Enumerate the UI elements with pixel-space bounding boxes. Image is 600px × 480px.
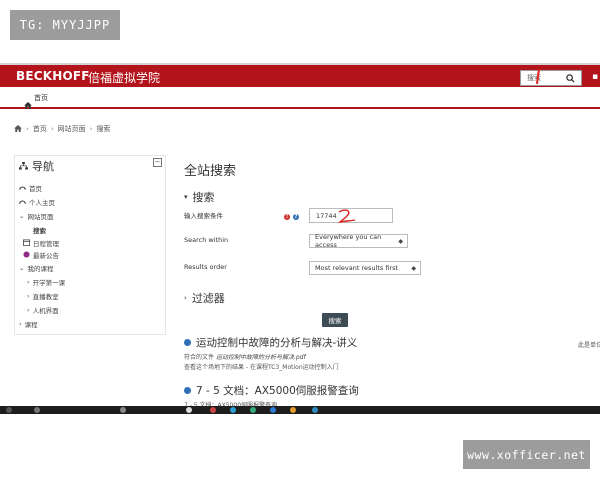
- collapse-button[interactable]: −: [153, 158, 162, 167]
- nav-item-announcements[interactable]: 最新公告: [23, 250, 59, 260]
- nav-item-profile[interactable]: 个人主页: [19, 197, 55, 207]
- nav-item-live-classroom[interactable]: › 直播教室: [27, 291, 59, 301]
- taskbar-app-icon[interactable]: [270, 407, 276, 413]
- results-order-label: Results order: [184, 263, 227, 271]
- help-icon[interactable]: ?: [293, 214, 299, 220]
- nav-item-calendar[interactable]: 日程管理: [23, 238, 59, 248]
- taskbar-app-icon[interactable]: [290, 407, 296, 413]
- nav-item-hmi[interactable]: › 人机界面: [27, 305, 59, 315]
- taskbar-app-icon[interactable]: [34, 407, 40, 413]
- result-icon: [184, 339, 191, 346]
- required-icon: !: [284, 214, 290, 220]
- result-title-link[interactable]: 7 - 5 文档：AX5000伺服报警查询: [184, 383, 359, 398]
- taskbar-app-icon[interactable]: [210, 407, 216, 413]
- search-section-toggle[interactable]: ▾ 搜索: [184, 189, 215, 205]
- breadcrumb-home[interactable]: 首页: [33, 124, 47, 134]
- dropdown-arrow-icon: ◆: [398, 237, 403, 245]
- chevron-right-icon: ›: [27, 306, 30, 314]
- search-within-select[interactable]: Everywhere you can access ◆: [309, 233, 408, 249]
- calendar-icon: [23, 238, 30, 248]
- top-search-input[interactable]: [521, 71, 561, 85]
- search-within-label: Search within: [184, 236, 229, 244]
- chevron-down-icon: ⌄: [19, 212, 25, 220]
- search-field-label: 输入搜索条件: [184, 212, 223, 220]
- result-file-link[interactable]: 运动控制中故障的分析与解决.pdf: [216, 354, 306, 361]
- result-context-line[interactable]: 查看这个场地下的结果 - 在课程TC3_Motion运动控制入门: [184, 362, 339, 371]
- result-file-line: 符合的文件 运动控制中故障的分析与解决.pdf: [184, 354, 306, 361]
- browser-screen: BECKHOFF 倍福虚拟学院 ▪ 首页 › 首页 › 网站页面 › 搜索: [0, 63, 600, 412]
- pen-scribble: [337, 209, 356, 224]
- nav-item-search[interactable]: 搜索: [33, 225, 46, 235]
- top-search-box[interactable]: [520, 70, 582, 86]
- dashboard-icon: [19, 198, 26, 206]
- chevron-right-icon: ›: [27, 278, 30, 286]
- taskbar-app-icon[interactable]: [120, 407, 126, 413]
- breadcrumb-separator: ›: [50, 125, 54, 133]
- taskbar-app-icon[interactable]: [250, 407, 256, 413]
- chevron-right-icon: ›: [27, 292, 30, 300]
- home-icon: [24, 94, 32, 113]
- nav-item-my-courses[interactable]: ⌄ 我的课程: [19, 263, 53, 273]
- taskbar-app-icon[interactable]: [186, 407, 192, 413]
- breadcrumb-separator: ›: [89, 125, 93, 133]
- taskbar-app-icon[interactable]: [230, 407, 236, 413]
- results-order-select[interactable]: Most relevant results first ◆: [309, 261, 421, 275]
- header-bar: BECKHOFF 倍福虚拟学院 ▪: [0, 63, 600, 87]
- result-title-link[interactable]: 运动控制中故障的分析与解决-讲义: [184, 335, 357, 350]
- page-title: 全站搜索: [184, 164, 237, 179]
- result-meta: 此是单位: [578, 342, 600, 349]
- breadcrumb-search: 搜索: [96, 125, 111, 133]
- menu-icon[interactable]: ▪: [592, 72, 598, 82]
- nav-item-home[interactable]: 首页: [19, 183, 42, 193]
- navigation-block: 导航 − 首页 个人主页 ⌄ 网站页面 搜索 日程管理 最新公告 ⌄ 我的课程 …: [14, 155, 166, 335]
- taskbar-app-icon[interactable]: [312, 407, 318, 413]
- nav-item-courses[interactable]: › 课程: [19, 319, 38, 329]
- brand-logo[interactable]: BECKHOFF: [16, 69, 90, 83]
- watermark-bottom-right: www.xofficer.net: [463, 440, 590, 469]
- caret-down-icon: ▾: [184, 193, 188, 201]
- dropdown-arrow-icon: ◆: [411, 264, 416, 272]
- watermark-top-left: TG: MYYJJPP: [10, 10, 120, 40]
- breadcrumb: › 首页 › 网站页面 › 搜索: [14, 124, 110, 134]
- nav-item-site-pages[interactable]: ⌄ 网站页面: [19, 211, 53, 221]
- caret-right-icon: ›: [184, 294, 187, 302]
- search-submit-button[interactable]: 搜索: [322, 313, 348, 327]
- navigation-title: 导航: [19, 158, 54, 174]
- forum-icon: [23, 250, 30, 260]
- site-name: 倍福虚拟学院: [88, 71, 161, 85]
- breadcrumb-site-pages[interactable]: 网站页面: [58, 124, 86, 134]
- field-indicators: ! ?: [284, 214, 299, 220]
- start-icon[interactable]: [6, 407, 12, 413]
- chevron-right-icon: ›: [19, 320, 22, 328]
- search-icon[interactable]: [561, 71, 579, 85]
- nav-item-first-lesson[interactable]: › 开学第一课: [27, 277, 65, 287]
- home-icon[interactable]: [14, 124, 22, 134]
- chevron-down-icon: ⌄: [19, 264, 25, 272]
- nav-home-link[interactable]: 首页: [34, 93, 48, 103]
- sitemap-icon: [19, 160, 28, 173]
- result-icon: [184, 387, 191, 394]
- os-taskbar: [0, 406, 600, 414]
- breadcrumb-separator: ›: [26, 125, 29, 133]
- dashboard-icon: [19, 184, 26, 192]
- top-nav: 首页: [0, 89, 600, 109]
- filter-section-toggle[interactable]: › 过滤器: [184, 290, 225, 306]
